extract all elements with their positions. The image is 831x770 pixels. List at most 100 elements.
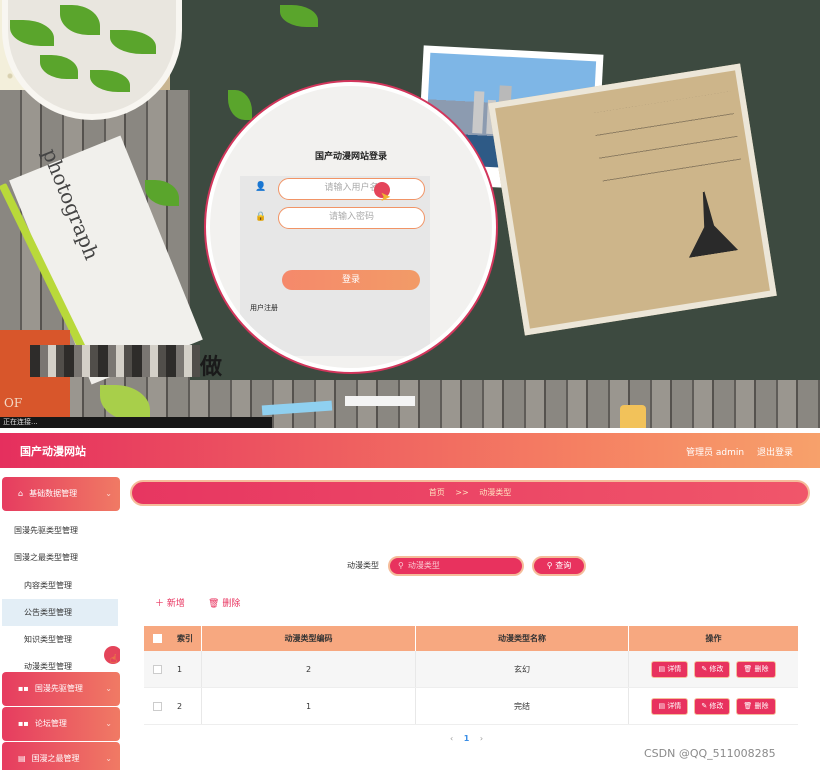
- watermark: CSDN @QQ_511008285: [644, 747, 776, 760]
- row-checkbox[interactable]: [153, 702, 162, 711]
- breadcrumb-current: 动漫类型: [479, 488, 512, 497]
- breadcrumb-home[interactable]: 首页: [429, 488, 445, 497]
- prev-page-button[interactable]: ‹: [450, 734, 453, 743]
- login-card-background: [240, 176, 430, 356]
- pixelated-text-char: 做: [200, 355, 223, 380]
- detail-icon: ▤: [658, 664, 666, 673]
- search-label: 动漫类型: [347, 561, 379, 570]
- edit-label: 修改: [709, 664, 724, 673]
- status-bar: 正在连接...: [0, 417, 272, 428]
- cell-name: 完结: [415, 688, 628, 724]
- table-row: 1 2 玄幻 ▤ 详情 ✎ 修改 🗑 删除: [144, 651, 798, 688]
- delete-button-label: 删除: [222, 599, 241, 609]
- column-header-name: 动漫类型名称: [415, 626, 628, 651]
- grid-icon: ▪▪: [18, 719, 29, 728]
- edit-button[interactable]: ✎ 修改: [694, 697, 731, 715]
- edit-button[interactable]: ✎ 修改: [694, 660, 731, 678]
- cell-index: 1: [177, 665, 183, 674]
- postcard: [488, 63, 777, 336]
- login-scene: photograph OF 做 国产动漫网站登录 👤 请输入用户名 🔒 请输入密…: [0, 0, 820, 428]
- search-input[interactable]: ⚲ 动漫类型: [388, 556, 524, 576]
- login-title: 国产动漫网站登录: [315, 152, 388, 162]
- sidebar-group-pioneer[interactable]: ▪▪ 国漫先驱管理 ⌄: [2, 672, 120, 706]
- delete-button[interactable]: 🗑 删除: [208, 596, 240, 609]
- sidebar-group-basic-data[interactable]: ⌂ 基础数据管理 ⌄: [2, 477, 120, 511]
- search-button[interactable]: ⚲ 查询: [532, 556, 586, 576]
- cell-code: 1: [201, 688, 415, 724]
- column-header-index: 索引: [177, 634, 193, 643]
- sidebar-group-label: 国漫先驱管理: [34, 684, 83, 693]
- login-panel: 国产动漫网站登录 👤 请输入用户名 🔒 请输入密码 登录 用户注册: [206, 82, 496, 372]
- admin-user-label: 管理员 admin: [686, 448, 745, 458]
- trash-icon: 🗑: [208, 599, 220, 609]
- search-icon: ⚲: [398, 561, 404, 570]
- select-all-checkbox[interactable]: [153, 634, 162, 643]
- add-button[interactable]: ＋ 新增: [155, 596, 185, 609]
- detail-icon: ▤: [658, 701, 666, 710]
- add-button-label: 新增: [166, 599, 185, 609]
- username-input[interactable]: 请输入用户名: [278, 178, 425, 200]
- search-icon: ⚲: [546, 561, 553, 570]
- row-delete-button[interactable]: 🗑 删除: [736, 697, 776, 715]
- chevron-down-icon: ⌄: [105, 719, 112, 728]
- sidebar-group-label: 基础数据管理: [29, 489, 78, 498]
- breadcrumb-separator: >>: [455, 488, 469, 497]
- sidebar-group-label: 论坛管理: [34, 719, 67, 728]
- sidebar-item-pioneer-type[interactable]: 国漫先驱类型管理: [2, 517, 118, 544]
- next-page-button[interactable]: ›: [480, 734, 483, 743]
- eiffel-tower-image: [678, 181, 738, 258]
- logout-link[interactable]: 退出登录: [757, 445, 793, 458]
- cell-actions: ▤ 详情 ✎ 修改 🗑 删除: [628, 651, 798, 687]
- detail-label: 详情: [667, 701, 682, 710]
- detail-label: 详情: [667, 664, 682, 673]
- column-header-code: 动漫类型编码: [201, 626, 415, 651]
- search-placeholder: 动漫类型: [407, 561, 440, 570]
- chalk-white: [345, 396, 415, 406]
- password-input[interactable]: 请输入密码: [278, 207, 425, 229]
- cell-code: 2: [201, 651, 415, 687]
- sidebar-group-label: 国漫之最管理: [31, 754, 80, 763]
- grid-icon: ▪▪: [18, 684, 29, 693]
- sidebar-group-best[interactable]: ▤ 国漫之最管理 ⌄: [2, 742, 120, 770]
- pagination: ‹ 1 ›: [450, 734, 483, 743]
- search-button-label: 查询: [555, 561, 572, 570]
- row-checkbox[interactable]: [153, 665, 162, 674]
- row-delete-button[interactable]: 🗑 删除: [736, 660, 776, 678]
- lock-icon: 🔒: [255, 212, 267, 222]
- current-page[interactable]: 1: [464, 734, 470, 743]
- screenshot: photograph OF 做 国产动漫网站登录 👤 请输入用户名 🔒 请输入密…: [0, 0, 831, 770]
- delete-label: 删除: [754, 701, 769, 710]
- delete-label: 删除: [754, 664, 769, 673]
- detail-button[interactable]: ▤ 详情: [651, 660, 689, 678]
- sidebar-item-content-type[interactable]: 内容类型管理: [2, 572, 118, 599]
- sidebar-item-knowledge-type[interactable]: 知识类型管理: [2, 626, 118, 653]
- login-button[interactable]: 登录: [282, 270, 420, 290]
- sidebar: ⌂ 基础数据管理 ⌄ 国漫先驱类型管理 国漫之最类型管理 内容类型管理 公告类型管…: [0, 468, 120, 770]
- hand-cursor-icon: ☝: [110, 652, 118, 666]
- table-row: 2 1 完结 ▤ 详情 ✎ 修改 🗑 删除: [144, 688, 798, 725]
- cell-actions: ▤ 详情 ✎ 修改 🗑 删除: [628, 688, 798, 724]
- sidebar-group-forum[interactable]: ▪▪ 论坛管理 ⌄: [2, 707, 120, 741]
- trash-icon: 🗑: [743, 701, 753, 710]
- book-icon: ▤: [18, 754, 26, 763]
- chevron-down-icon: ⌄: [105, 489, 112, 498]
- chevron-down-icon: ⌄: [105, 754, 112, 763]
- sidebar-item-best-type[interactable]: 国漫之最类型管理: [2, 544, 118, 571]
- main-content: 首页 >> 动漫类型 动漫类型 ⚲动漫类型 ⚲ 查询 ＋ 新增 🗑 删除 索引: [120, 468, 820, 770]
- edit-icon: ✎: [701, 664, 708, 673]
- edit-icon: ✎: [701, 701, 708, 710]
- cell-index: 2: [177, 702, 183, 711]
- sidebar-item-notice-type[interactable]: 公告类型管理: [2, 599, 118, 626]
- data-table: 索引 动漫类型编码 动漫类型名称 操作 1 2 玄幻 ▤ 详情 ✎ 修改 🗑 删…: [144, 626, 798, 725]
- column-header-actions: 操作: [628, 626, 798, 651]
- plus-icon: ＋: [155, 599, 165, 609]
- book-text: OF: [4, 396, 23, 410]
- trash-icon: 🗑: [743, 664, 753, 673]
- register-link[interactable]: 用户注册: [250, 303, 278, 313]
- mouse-cursor-icon: ➤: [380, 190, 391, 205]
- detail-button[interactable]: ▤ 详情: [651, 697, 689, 715]
- breadcrumb: 首页 >> 动漫类型: [130, 480, 810, 506]
- user-icon: 👤: [255, 182, 267, 192]
- home-icon: ⌂: [18, 489, 24, 498]
- cell-name: 玄幻: [415, 651, 628, 687]
